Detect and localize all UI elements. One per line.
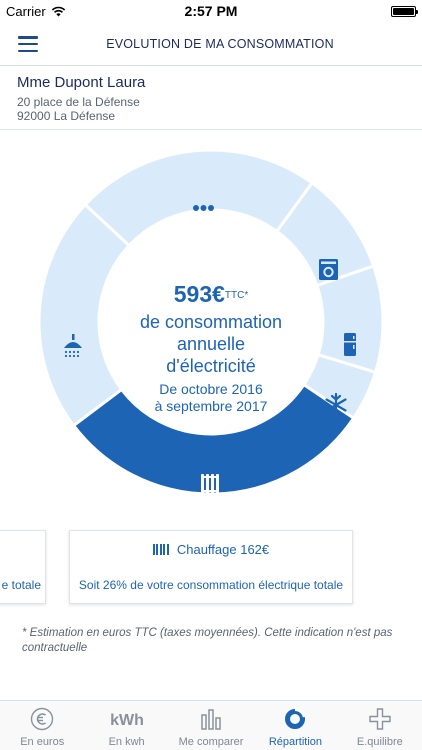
card-title-text: Chauffage 162€ xyxy=(176,542,270,557)
tab-en-euros[interactable]: En euros xyxy=(0,701,84,750)
category-card-previous[interactable]: e totale xyxy=(0,530,46,604)
tab-label: Répartition xyxy=(268,736,323,748)
category-card-heating[interactable]: Chauffage 162€ Soit 26% de votre consomm… xyxy=(69,530,353,604)
previous-card-text: e totale xyxy=(1,578,41,592)
donut-icon xyxy=(283,705,307,733)
customer-address-line1: 20 place de la Défense xyxy=(17,95,140,109)
donut-summary: 593€TTC* de consommation annuelle d'élec… xyxy=(111,281,311,415)
category-cards[interactable]: e totale Chauffage 162€ Soit 26% de votr… xyxy=(0,530,422,604)
washing-machine-icon[interactable] xyxy=(319,259,338,280)
amount-suffix: TTC* xyxy=(224,290,249,301)
fridge-icon[interactable] xyxy=(344,333,356,356)
status-bar: Carrier 2:57 PM xyxy=(0,0,422,22)
tab-bar: En euros kWh En kwh Me comparer Répartit… xyxy=(0,700,422,750)
card-description: Soit 26% de votre consommation électriqu… xyxy=(78,578,344,592)
bar-chart-icon xyxy=(199,705,223,733)
euro-icon xyxy=(30,705,54,733)
page-title: EVOLUTION DE MA CONSOMMATION xyxy=(106,36,334,51)
customer-name: Mme Dupont Laura xyxy=(17,74,146,91)
tab-en-kwh[interactable]: kWh En kwh xyxy=(84,701,168,750)
customer-info: Mme Dupont Laura 20 place de la Défense … xyxy=(0,66,422,130)
plus-icon xyxy=(368,705,392,733)
period-line1: De octobre 2016 xyxy=(159,381,263,397)
kwh-icon: kWh xyxy=(109,705,145,733)
tab-label: En euros xyxy=(20,736,65,748)
description-line2: annuelle xyxy=(176,334,246,354)
tab-repartition[interactable]: Répartition xyxy=(253,701,337,750)
card-title: Chauffage 162€ xyxy=(70,542,352,557)
battery-icon xyxy=(391,5,418,17)
tab-label: En kwh xyxy=(108,736,145,748)
total-amount: 593€TTC* xyxy=(173,281,249,307)
customer-address-line2: 92000 La Défense xyxy=(17,109,116,123)
nav-bar: EVOLUTION DE MA CONSOMMATION xyxy=(0,22,422,66)
tab-label: Me comparer xyxy=(178,736,244,748)
tab-label: E.quilibre xyxy=(356,736,403,748)
tab-me-comparer[interactable]: Me comparer xyxy=(169,701,253,750)
status-time: 2:57 PM xyxy=(184,3,238,19)
svg-text:kWh: kWh xyxy=(110,712,144,729)
tab-equilibre[interactable]: E.quilibre xyxy=(338,701,422,750)
consumption-donut: 593€TTC* de consommation annuelle d'élec… xyxy=(0,130,422,520)
disclaimer-note: * Estimation en euros TTC (taxes moyenné… xyxy=(22,627,393,654)
hamburger-menu-icon[interactable] xyxy=(18,36,38,52)
radiator-icon xyxy=(152,544,169,555)
description-line3: d'électricité xyxy=(166,356,256,376)
description-line1: de consommation xyxy=(139,312,283,332)
period-line2: à septembre 2017 xyxy=(154,398,268,414)
more-icon[interactable] xyxy=(193,205,214,211)
